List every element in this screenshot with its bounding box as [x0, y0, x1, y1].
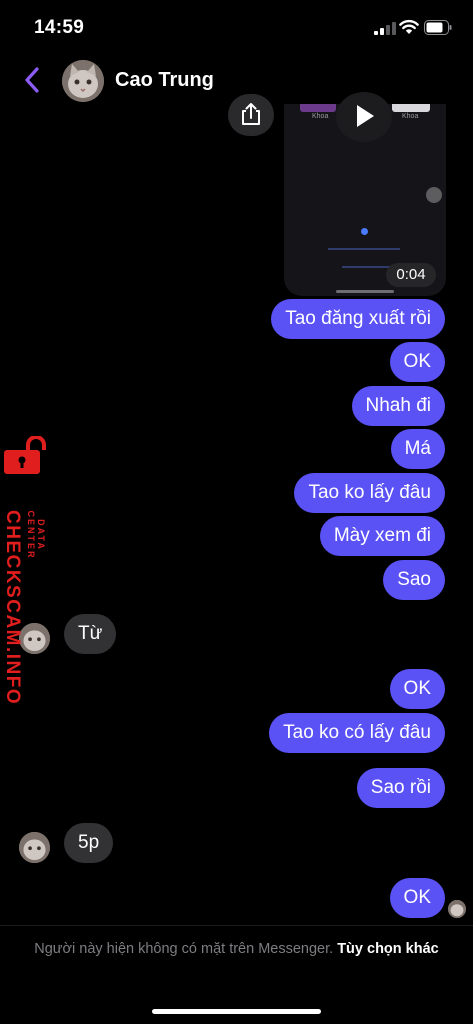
outgoing-message[interactable]: Tao ko lấy đâu [294, 473, 445, 513]
availability-notice-text: Người này hiện không có mặt trên Messeng… [34, 941, 334, 957]
video-preview-label: Khoa [402, 113, 419, 120]
home-indicator[interactable] [152, 1009, 321, 1014]
share-icon [242, 103, 260, 125]
contact-avatar-small[interactable] [19, 832, 50, 863]
outgoing-message[interactable]: Má [390, 429, 445, 469]
contact-avatar[interactable] [62, 60, 104, 102]
outgoing-message[interactable]: Sao [383, 560, 445, 600]
outgoing-message[interactable]: Nhah đi [351, 386, 445, 426]
outgoing-message[interactable]: Sao rồi [356, 768, 445, 808]
seen-receipt-avatar [448, 900, 466, 918]
messenger-availability-notice: Người này hiện không có mặt trên Messeng… [20, 939, 453, 960]
video-preview-bar [336, 290, 394, 293]
video-preview-dot [426, 187, 442, 203]
video-thumbnail-tile [300, 104, 336, 112]
wifi-icon [399, 19, 419, 34]
video-preview-label: Khoa [312, 113, 329, 120]
watermark-brand: CHECKSCAM.INFO [2, 510, 23, 706]
watermark-subtitle: DATA CENTER [26, 510, 46, 560]
play-button[interactable] [336, 92, 392, 142]
outgoing-message[interactable]: OK [389, 878, 445, 918]
outgoing-message[interactable]: OK [389, 342, 445, 382]
outgoing-message[interactable]: Tao ko có lấy đâu [269, 713, 445, 753]
footer-divider [0, 925, 473, 926]
back-arrow-icon[interactable] [22, 66, 42, 94]
video-duration: 0:04 [386, 263, 436, 287]
video-thumbnail-tile [392, 104, 430, 112]
play-icon [357, 105, 374, 127]
lock-watermark-icon [4, 436, 46, 474]
cat-avatar-image [448, 900, 466, 918]
incoming-message[interactable]: 5p [64, 823, 114, 863]
cat-avatar-image [62, 60, 104, 102]
outgoing-message[interactable]: OK [389, 669, 445, 709]
outgoing-message[interactable]: Mày xem đi [319, 516, 445, 556]
share-button[interactable] [228, 94, 274, 136]
contact-avatar-small[interactable] [19, 623, 50, 654]
video-preview-line [328, 248, 400, 250]
outgoing-message[interactable]: Tao đăng xuất rồi [271, 299, 445, 339]
cat-avatar-image [19, 623, 50, 654]
cat-avatar-image [19, 832, 50, 863]
cellular-signal-icon [374, 22, 396, 35]
status-time: 14:59 [34, 17, 85, 38]
video-preview-dot [361, 228, 368, 235]
more-options-link[interactable]: Tùy chọn khác [337, 941, 439, 957]
battery-icon [424, 20, 452, 35]
contact-name[interactable]: Cao Trung [115, 69, 214, 92]
video-preview-line [342, 266, 390, 268]
incoming-message[interactable]: Từ [64, 614, 117, 654]
